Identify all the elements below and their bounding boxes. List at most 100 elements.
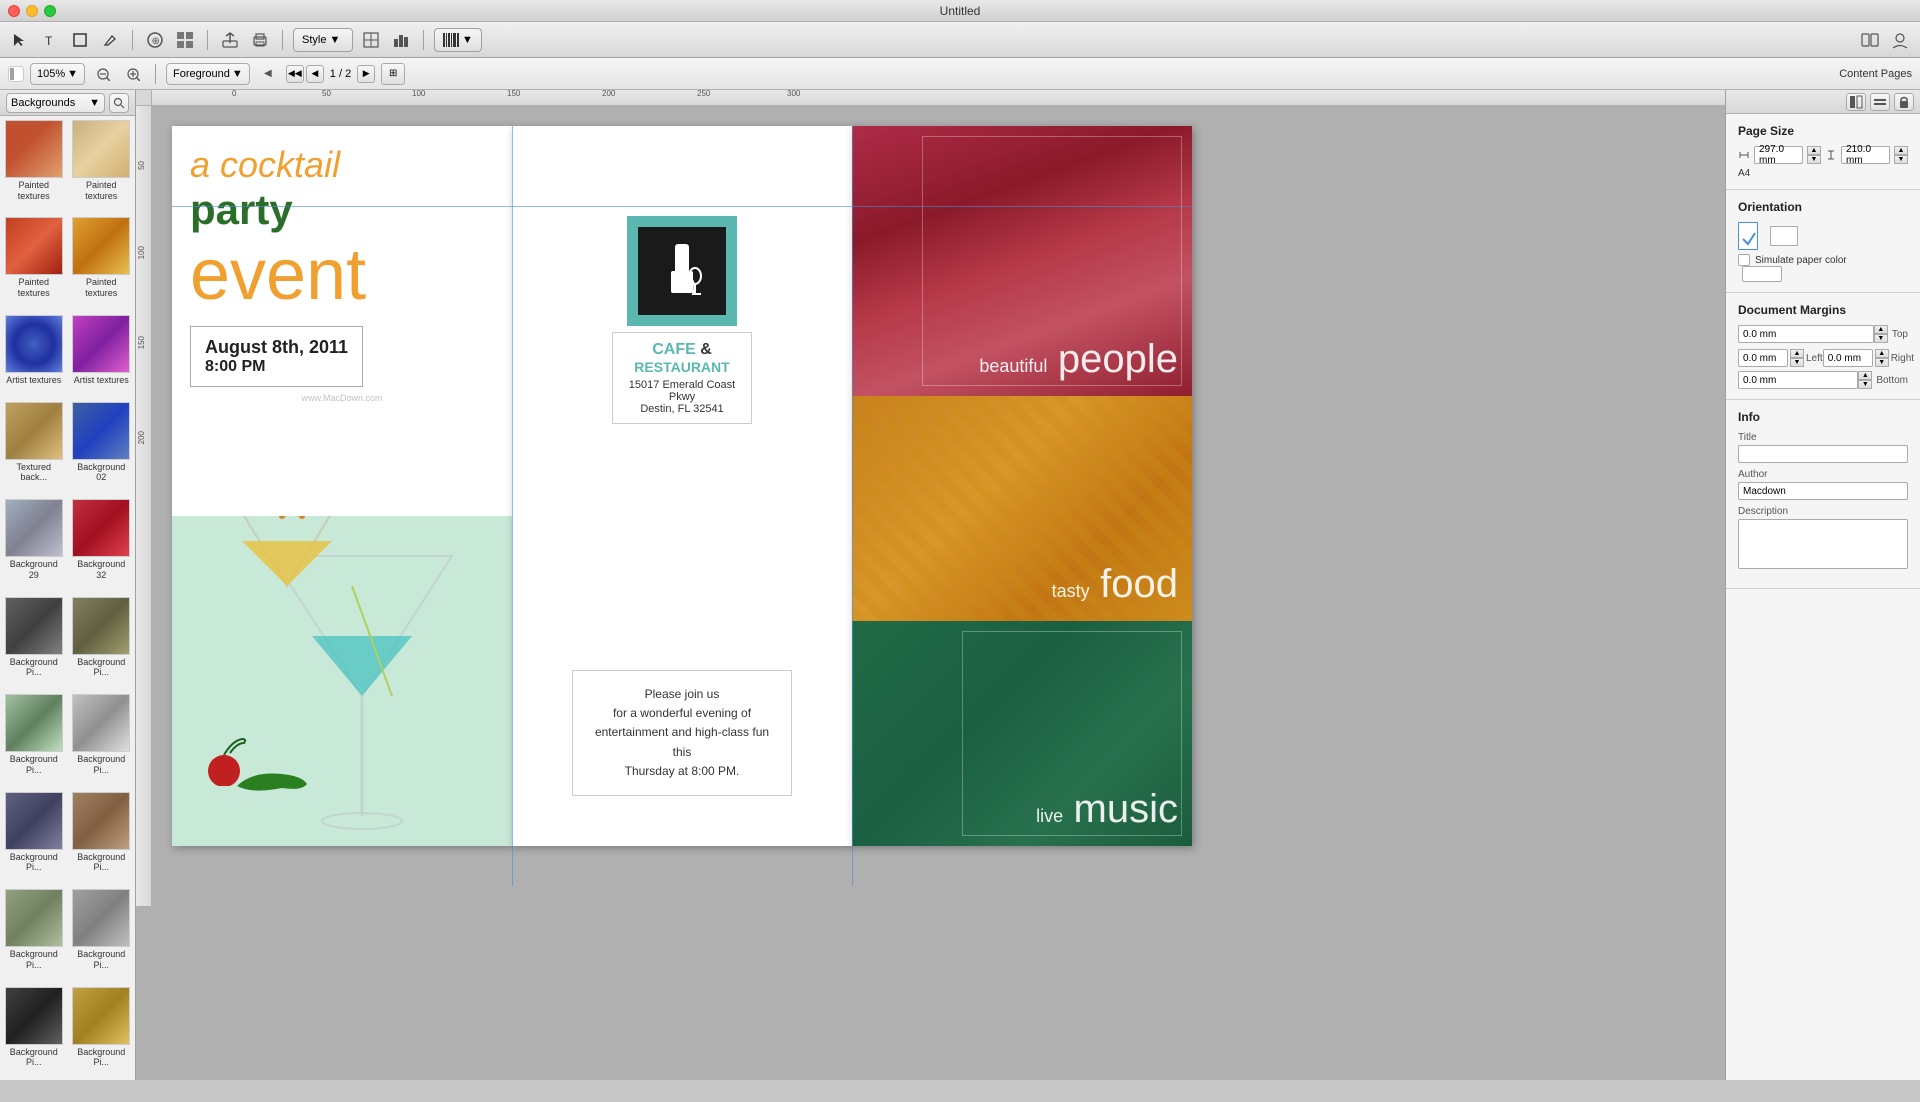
- margin-right-up[interactable]: ▲: [1875, 349, 1889, 358]
- height-down[interactable]: ▼: [1894, 155, 1908, 164]
- margin-right-input[interactable]: 0.0 mm: [1823, 349, 1873, 367]
- left-panel-toggle[interactable]: [8, 66, 24, 82]
- list-item[interactable]: Background 32: [68, 495, 136, 592]
- style-dropdown[interactable]: Style ▼: [293, 28, 353, 52]
- list-item[interactable]: Artist textures: [0, 311, 68, 398]
- account-icon[interactable]: [1888, 28, 1912, 52]
- list-item[interactable]: Background Pi...: [0, 983, 68, 1080]
- shape-tool[interactable]: [68, 28, 92, 52]
- text-tool[interactable]: T: [38, 28, 62, 52]
- pen-tool[interactable]: [98, 28, 122, 52]
- margin-bottom-input[interactable]: 0.0 mm: [1738, 371, 1858, 389]
- prev-page-layer[interactable]: ◀: [256, 62, 280, 86]
- portrait-icon: [1738, 222, 1758, 250]
- list-item[interactable]: Background Pi...: [0, 788, 68, 885]
- minimize-button[interactable]: [26, 5, 38, 17]
- barcode-btn[interactable]: ▼: [434, 28, 482, 52]
- zoom-out-btn[interactable]: [91, 62, 115, 86]
- width-stepper[interactable]: ▲ ▼: [1807, 146, 1821, 164]
- width-input[interactable]: 297.0 mm: [1754, 146, 1803, 164]
- width-up[interactable]: ▲: [1807, 146, 1821, 155]
- list-item[interactable]: Background Pi...: [68, 690, 136, 787]
- arrow-tool[interactable]: [8, 28, 32, 52]
- margin-right-stepper[interactable]: ▲ ▼: [1875, 349, 1889, 367]
- list-item[interactable]: Background Pi...: [0, 593, 68, 690]
- list-item[interactable]: Background Pi...: [0, 690, 68, 787]
- landscape-icon: [1770, 226, 1798, 246]
- table-icon[interactable]: [359, 28, 383, 52]
- thumbnail-label: Background Pi...: [72, 949, 132, 971]
- height-up[interactable]: ▲: [1894, 146, 1908, 155]
- view-mode-selector[interactable]: Foreground ▼: [166, 63, 250, 85]
- print-icon[interactable]: [248, 28, 272, 52]
- inspector-layer-btn[interactable]: [1870, 93, 1890, 111]
- backgrounds-dropdown[interactable]: Backgrounds ▼: [6, 93, 105, 113]
- list-item[interactable]: Background Pi...: [68, 885, 136, 982]
- maximize-button[interactable]: [44, 5, 56, 17]
- margin-left-stepper[interactable]: ▲ ▼: [1790, 349, 1804, 367]
- list-item[interactable]: Background 02: [68, 398, 136, 495]
- list-item[interactable]: Artist textures: [68, 311, 136, 398]
- description-input[interactable]: [1738, 519, 1908, 569]
- zoom-in-btn[interactable]: [121, 62, 145, 86]
- media-browser-icon[interactable]: ⊕: [143, 28, 167, 52]
- next-page-btn[interactable]: ▶: [357, 65, 375, 83]
- list-item[interactable]: Background Pi...: [68, 983, 136, 1080]
- inspector-lock-btn[interactable]: [1894, 93, 1914, 111]
- margin-top-up[interactable]: ▲: [1874, 325, 1888, 334]
- simulate-color-checkbox[interactable]: [1738, 254, 1750, 266]
- height-input[interactable]: 210.0 mm: [1841, 146, 1890, 164]
- margin-left-input[interactable]: 0.0 mm: [1738, 349, 1788, 367]
- margin-right-down[interactable]: ▼: [1875, 358, 1889, 367]
- list-item[interactable]: Textured back...: [0, 398, 68, 495]
- inspector-page-btn[interactable]: [1846, 93, 1866, 111]
- simulate-color-swatch[interactable]: [1742, 266, 1782, 282]
- margin-bottom-down[interactable]: ▼: [1858, 380, 1872, 389]
- thumbnail-image: [72, 792, 130, 850]
- zoom-selector[interactable]: 105% ▼: [30, 63, 85, 85]
- list-item[interactable]: Background 29: [0, 495, 68, 592]
- landscape-option[interactable]: [1770, 226, 1798, 246]
- checkmark-icon: [1739, 223, 1759, 251]
- list-item[interactable]: Painted textures: [68, 213, 136, 310]
- thumbnail-image: [5, 889, 63, 947]
- grid-view-btn[interactable]: ⊞: [381, 63, 405, 85]
- inspector-icon[interactable]: [1858, 28, 1882, 52]
- bottom-margin-row: 0.0 mm ▲ ▼ Bottom: [1738, 371, 1908, 389]
- ruler-marks-horizontal: 0 50 100 150 200 250 300: [152, 90, 1725, 105]
- margin-top-input[interactable]: 0.0 mm: [1738, 325, 1874, 343]
- list-item[interactable]: Painted textures: [0, 116, 68, 213]
- height-stepper[interactable]: ▲ ▼: [1894, 146, 1908, 164]
- margin-bottom-up[interactable]: ▲: [1858, 371, 1872, 380]
- guide-line-v1: [512, 126, 513, 886]
- list-item[interactable]: Painted textures: [68, 116, 136, 213]
- shapes-icon[interactable]: [173, 28, 197, 52]
- margin-top-down[interactable]: ▼: [1874, 334, 1888, 343]
- author-field: Author: [1738, 469, 1908, 500]
- margin-left-down[interactable]: ▼: [1790, 358, 1804, 367]
- list-item[interactable]: Background Pi...: [68, 593, 136, 690]
- portrait-option[interactable]: [1738, 222, 1758, 250]
- close-button[interactable]: [8, 5, 20, 17]
- canvas-area[interactable]: 0 50 100 150 200 250 300 50 100 150 200: [136, 90, 1725, 1080]
- content-pages-label[interactable]: Content Pages: [1839, 68, 1912, 80]
- thumbnail-image: [5, 597, 63, 655]
- width-down[interactable]: ▼: [1807, 155, 1821, 164]
- title-input[interactable]: [1738, 445, 1908, 463]
- watermark: www.MacDown.com: [190, 393, 494, 403]
- title-bar: Untitled: [0, 0, 1920, 22]
- list-item[interactable]: Background Pi...: [0, 885, 68, 982]
- margin-top-stepper[interactable]: ▲ ▼: [1874, 325, 1888, 343]
- prev-page-btn[interactable]: ◀: [306, 65, 324, 83]
- share-icon[interactable]: [218, 28, 242, 52]
- margin-left-up[interactable]: ▲: [1790, 349, 1804, 358]
- orientation-options: [1738, 222, 1908, 250]
- list-item[interactable]: Background Pi...: [68, 788, 136, 885]
- margin-bottom-stepper[interactable]: ▲ ▼: [1858, 371, 1872, 389]
- list-item[interactable]: Painted textures: [0, 213, 68, 310]
- search-button[interactable]: [109, 93, 129, 113]
- chart-icon[interactable]: [389, 28, 413, 52]
- author-input[interactable]: [1738, 482, 1908, 500]
- thumbnail-image: [72, 402, 130, 460]
- first-page-btn[interactable]: ◀◀: [286, 65, 304, 83]
